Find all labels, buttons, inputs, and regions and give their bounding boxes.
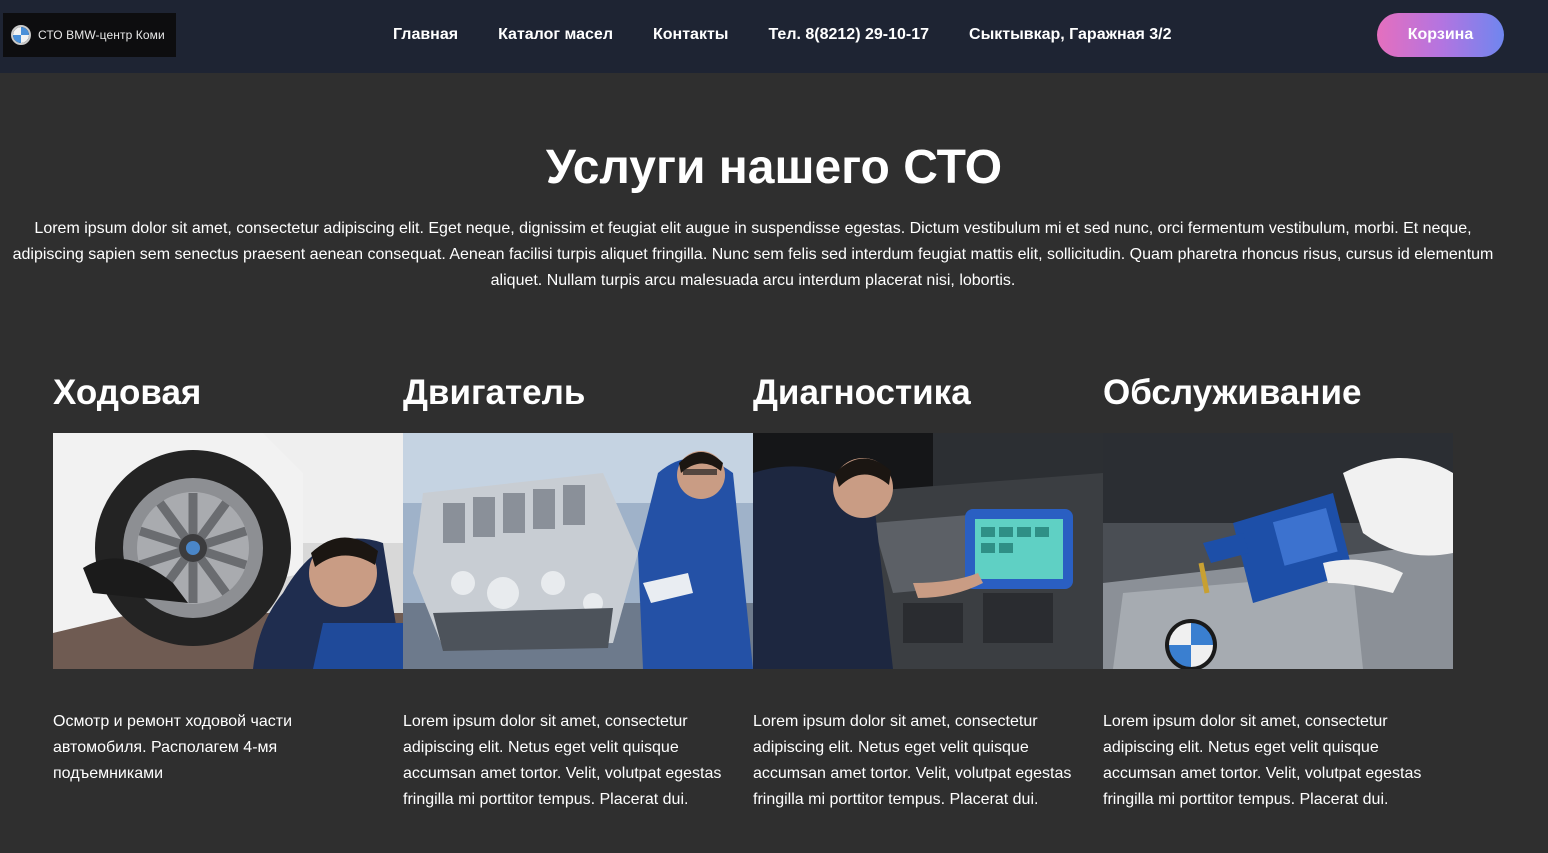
intro-paragraph: Lorem ipsum dolor sit amet, consectetur … [12,220,1494,289]
service-description: Lorem ipsum dolor sit amet, consectetur … [403,713,722,808]
nav-address-link[interactable]: Сыктывкар, Гаражная 3/2 [969,26,1172,44]
service-card-engine[interactable]: Двигатель Lorem ipsum dolor sit amet, co… [403,370,753,808]
page-title: Услуги нашего СТО [545,141,1003,194]
site-header: СТО BMW-центр Коми Главная Каталог масел… [0,0,1548,73]
logo[interactable]: СТО BMW-центр Коми [3,13,176,57]
service-card-maintenance[interactable]: Обслуживание Lorem ipsum dolor sit amet,… [1103,370,1453,808]
service-title: Ходовая [53,373,202,412]
engine-repair-photo [403,433,753,669]
nav-home-link[interactable]: Главная [393,26,458,44]
service-card-diagnostics[interactable]: Диагностика Lorem ipsum dolor sit amet, … [753,370,1103,808]
nav-phone-link[interactable]: Тел. 8(8212) 29-10-17 [768,26,929,44]
service-description: Осмотр и ремонт ходовой части автомобиля… [53,713,293,782]
service-title: Двигатель [403,373,586,412]
service-description: Lorem ipsum dolor sit amet, consectetur … [1103,713,1422,808]
service-card-suspension[interactable]: Ходовая Осмотр и ремонт ходовой части ав… [53,370,403,782]
main-nav: Главная Каталог масел Контакты Тел. 8(82… [393,22,1172,48]
wheel-repair-photo [53,433,403,669]
service-title: Обслуживание [1103,373,1362,412]
bmw-emblem-icon [11,25,31,45]
nav-oil-catalog-link[interactable]: Каталог масел [498,26,613,44]
logo-text: СТО BMW-центр Коми [38,28,165,42]
nav-contacts-link[interactable]: Контакты [653,26,728,44]
service-description: Lorem ipsum dolor sit amet, consectetur … [753,713,1072,808]
oil-change-photo [1103,433,1453,669]
diagnostics-photo [753,433,1103,669]
service-title: Диагностика [753,373,971,412]
cart-button[interactable]: Корзина [1377,13,1504,57]
